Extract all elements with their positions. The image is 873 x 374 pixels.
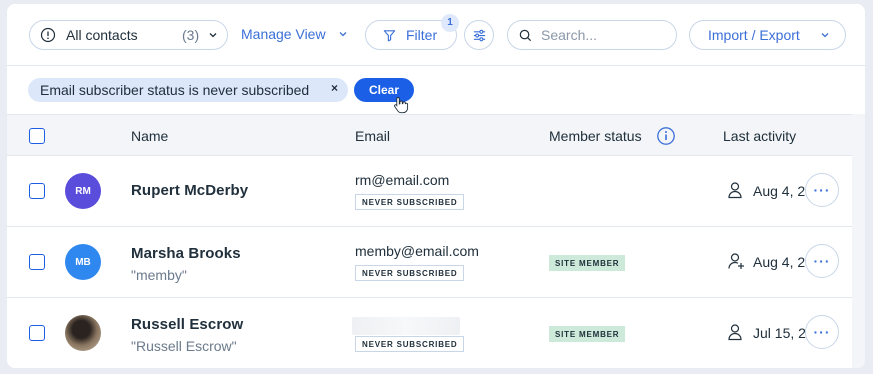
ellipsis-icon: ··· [813, 324, 831, 340]
table-edge-strip [852, 114, 865, 368]
more-actions-button[interactable]: ··· [805, 315, 839, 349]
active-filter-chip: Email subscriber status is never subscri… [28, 78, 348, 102]
avatar: MB [65, 244, 101, 280]
person-icon [728, 324, 742, 341]
filter-funnel-icon [383, 29, 396, 41]
avatar-photo [65, 315, 101, 351]
contact-email: rm@email.com [355, 172, 450, 188]
chevron-down-icon [821, 33, 829, 38]
subscriber-status-tag: NEVER SUBSCRIBED [355, 194, 465, 210]
manage-view-dropdown[interactable]: Manage View [241, 26, 348, 42]
table-row[interactable]: Russell Escrow "Russell Escrow" NEVER SU… [7, 298, 852, 368]
contact-nickname: "memby" [131, 267, 187, 283]
import-export-label: Import / Export [708, 27, 800, 43]
last-activity-date: Jul 15, 2 [753, 325, 806, 341]
column-header-email[interactable]: Email [355, 128, 390, 144]
avatar: RM [65, 173, 101, 209]
table-row[interactable]: RM Rupert McDerby rm@email.com NEVER SUB… [7, 156, 852, 227]
manage-view-label: Manage View [241, 26, 326, 42]
table-header: Name Email Member status Last activity [7, 114, 865, 156]
row-checkbox[interactable] [29, 325, 45, 341]
person-add-icon [728, 253, 744, 269]
ellipsis-icon: ··· [813, 253, 831, 269]
member-status-tag: SITE MEMBER [549, 255, 626, 271]
contact-nickname: "Russell Escrow" [131, 338, 237, 354]
subscriber-status-tag: NEVER SUBSCRIBED [355, 265, 465, 281]
remove-filter-icon[interactable]: × [331, 81, 338, 95]
select-all-checkbox[interactable] [29, 128, 45, 144]
person-icon [728, 182, 742, 199]
toolbar: All contacts (3) Manage View Filter 1 Se… [7, 4, 865, 66]
import-export-button[interactable]: Import / Export [689, 20, 846, 50]
contact-name[interactable]: Rupert McDerby [131, 182, 248, 199]
table-row[interactable]: MB Marsha Brooks "memby" memby@email.com… [7, 227, 852, 298]
table-settings-button[interactable] [464, 20, 494, 50]
contact-email: memby@email.com [355, 243, 479, 259]
sliders-icon [473, 29, 485, 41]
ellipsis-icon: ··· [813, 182, 831, 198]
subscriber-status-tag: NEVER SUBSCRIBED [355, 336, 465, 352]
search-icon [519, 29, 532, 41]
column-header-last-activity[interactable]: Last activity [723, 128, 796, 144]
more-actions-button[interactable]: ··· [805, 244, 839, 278]
info-circle-icon [40, 27, 56, 43]
filter-label: Filter [406, 27, 438, 43]
chevron-down-icon [209, 33, 217, 38]
contacts-count: (3) [182, 27, 200, 43]
contact-name[interactable]: Marsha Brooks [131, 245, 241, 262]
last-activity-date: Aug 4, 2 [753, 183, 806, 199]
row-checkbox[interactable] [29, 254, 45, 270]
filter-count-badge: 1 [441, 14, 459, 32]
column-header-name[interactable]: Name [131, 128, 168, 144]
last-activity-date: Aug 4, 2 [753, 254, 806, 270]
info-icon[interactable] [656, 126, 676, 146]
more-actions-button[interactable]: ··· [805, 173, 839, 207]
search-placeholder: Search... [541, 27, 598, 43]
row-checkbox[interactable] [29, 183, 45, 199]
contacts-view-dropdown[interactable]: All contacts (3) [29, 20, 228, 50]
column-header-member-status[interactable]: Member status [549, 128, 642, 144]
search-field[interactable]: Search... [507, 20, 677, 50]
contact-name[interactable]: Russell Escrow [131, 316, 243, 333]
member-status-tag: SITE MEMBER [549, 326, 626, 342]
contacts-view-label: All contacts [66, 27, 138, 43]
filter-chip-label: Email subscriber status is never subscri… [40, 82, 310, 98]
contacts-panel: All contacts (3) Manage View Filter 1 Se… [7, 4, 865, 368]
chevron-down-icon [339, 32, 347, 37]
redacted-email [352, 317, 460, 335]
hand-cursor-icon [394, 97, 409, 114]
